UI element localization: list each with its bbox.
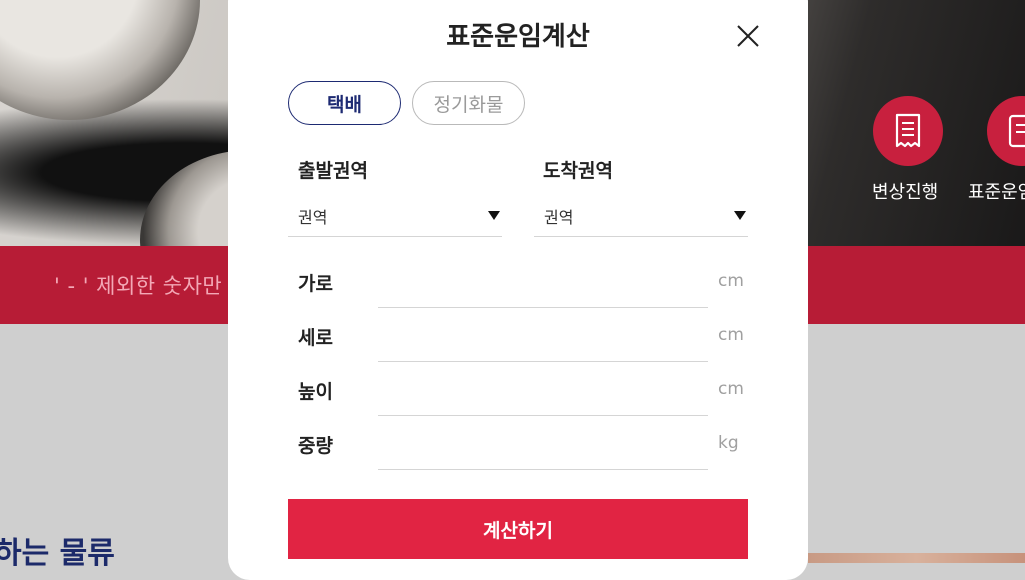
departure-selected-value: 권역 (298, 208, 328, 227)
document-icon (1008, 114, 1025, 148)
weight-input[interactable] (378, 418, 708, 470)
height-input[interactable] (378, 364, 708, 416)
departure-label: 출발권역 (298, 160, 368, 182)
caret-down-icon (488, 211, 500, 220)
caret-down-icon (734, 211, 746, 220)
width-label: 가로 (298, 273, 333, 295)
weight-unit: kg (718, 433, 739, 453)
width-unit: cm (718, 271, 744, 291)
height-label: 높이 (298, 381, 333, 403)
quick-menu-label: 변상진행 (872, 182, 939, 203)
length-unit: cm (718, 325, 744, 345)
fare-calculator-modal: 표준운임계산 택배 정기화물 출발권역 도착권역 권역 권역 가로 cm 세로 … (228, 0, 808, 580)
length-input[interactable] (378, 310, 708, 362)
height-unit: cm (718, 379, 744, 399)
section-heading: 하는 물류 (0, 536, 115, 571)
receipt-icon (895, 113, 921, 148)
quick-menu-label: 표준운임계산 (968, 182, 1025, 203)
departure-select[interactable]: 권역 (288, 198, 502, 237)
modal-title: 표준운임계산 (446, 22, 590, 52)
arrival-select[interactable]: 권역 (534, 198, 748, 237)
photo-thumbnail (808, 553, 1025, 563)
weight-label: 중량 (298, 435, 333, 457)
arrival-selected-value: 권역 (544, 208, 574, 227)
calculate-button[interactable]: 계산하기 (288, 499, 748, 559)
arrival-label: 도착권역 (543, 160, 613, 182)
tab-parcel[interactable]: 택배 (288, 81, 401, 125)
quick-menu-damage-button[interactable] (873, 96, 943, 166)
width-input[interactable] (378, 256, 708, 308)
close-icon[interactable] (736, 24, 760, 48)
length-label: 세로 (298, 327, 333, 349)
coin-graphic (0, 0, 200, 120)
banner-placeholder-text: ' - ' 제외한 숫자만 (54, 274, 223, 298)
tab-regular-freight[interactable]: 정기화물 (412, 81, 525, 125)
